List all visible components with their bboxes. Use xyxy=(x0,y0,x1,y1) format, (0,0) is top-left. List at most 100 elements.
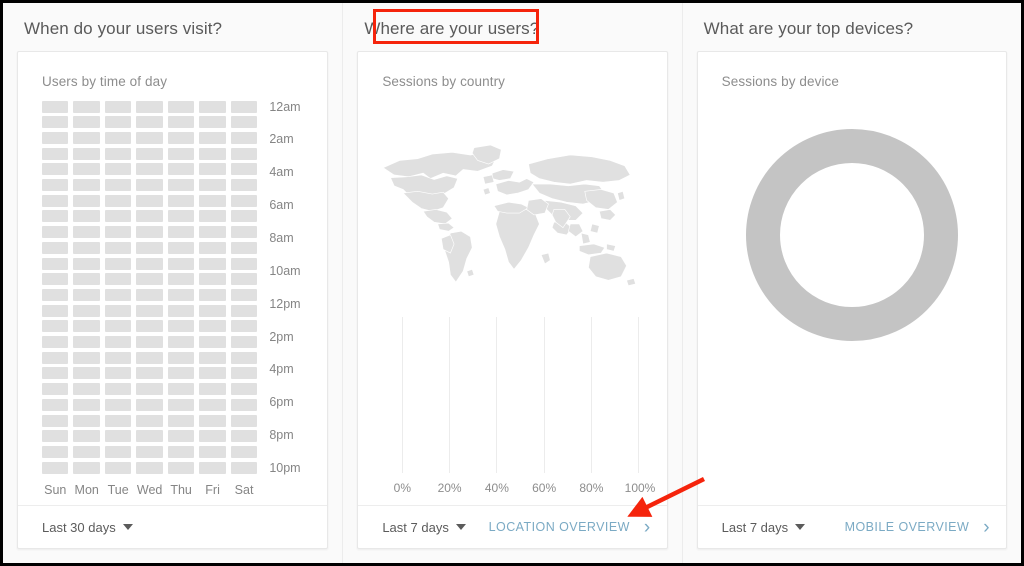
heatmap-cell[interactable] xyxy=(230,398,258,411)
heatmap-cell[interactable] xyxy=(136,445,163,458)
heatmap-cell[interactable] xyxy=(167,241,195,254)
location-overview-link[interactable]: LOCATION OVERVIEW › xyxy=(489,518,651,537)
heatmap-cell[interactable] xyxy=(42,351,69,364)
heatmap-cell[interactable] xyxy=(73,226,100,239)
heatmap-cell[interactable] xyxy=(73,100,100,113)
heatmap-cell[interactable] xyxy=(73,367,100,380)
heatmap-cell[interactable] xyxy=(136,131,163,144)
heatmap-cell[interactable] xyxy=(230,116,258,129)
heatmap-cell[interactable] xyxy=(73,273,100,286)
heatmap-cell[interactable] xyxy=(199,367,226,380)
heatmap-cell[interactable] xyxy=(42,241,69,254)
heatmap-cell[interactable] xyxy=(136,398,163,411)
heatmap-cell[interactable] xyxy=(42,179,69,192)
heatmap-cell[interactable] xyxy=(230,367,258,380)
heatmap-cell[interactable] xyxy=(104,226,132,239)
heatmap-cell[interactable] xyxy=(167,336,195,349)
heatmap-cell[interactable] xyxy=(136,288,163,301)
heatmap-cell[interactable] xyxy=(73,288,100,301)
heatmap-cell[interactable] xyxy=(199,100,226,113)
heatmap-cell[interactable] xyxy=(167,288,195,301)
heatmap-cell[interactable] xyxy=(230,147,258,160)
heatmap-cell[interactable] xyxy=(104,304,132,317)
heatmap-cell[interactable] xyxy=(199,430,226,443)
heatmap-cell[interactable] xyxy=(104,461,132,474)
heatmap-cell[interactable] xyxy=(167,179,195,192)
heatmap-cell[interactable] xyxy=(199,383,226,396)
heatmap-cell[interactable] xyxy=(42,194,69,207)
heatmap-cell[interactable] xyxy=(42,116,69,129)
heatmap-cell[interactable] xyxy=(199,351,226,364)
heatmap-cell[interactable] xyxy=(73,147,100,160)
heatmap-cell[interactable] xyxy=(230,320,258,333)
heatmap-cell[interactable] xyxy=(230,163,258,176)
heatmap-cell[interactable] xyxy=(104,414,132,427)
heatmap-cell[interactable] xyxy=(167,257,195,270)
heatmap-cell[interactable] xyxy=(199,179,226,192)
heatmap-cell[interactable] xyxy=(167,367,195,380)
heatmap-cell[interactable] xyxy=(199,445,226,458)
heatmap-cell[interactable] xyxy=(167,226,195,239)
mobile-overview-link[interactable]: MOBILE OVERVIEW › xyxy=(845,518,990,537)
heatmap-cell[interactable] xyxy=(104,163,132,176)
heatmap-cell[interactable] xyxy=(230,414,258,427)
heatmap-cell[interactable] xyxy=(73,445,100,458)
heatmap-cell[interactable] xyxy=(230,194,258,207)
heatmap-cell[interactable] xyxy=(104,257,132,270)
heatmap-cell[interactable] xyxy=(42,100,69,113)
heatmap-cell[interactable] xyxy=(167,210,195,223)
heatmap-cell[interactable] xyxy=(73,351,100,364)
heatmap-cell[interactable] xyxy=(104,367,132,380)
heatmap-cell[interactable] xyxy=(199,414,226,427)
heatmap-cell[interactable] xyxy=(136,257,163,270)
heatmap-cell[interactable] xyxy=(73,414,100,427)
heatmap-cell[interactable] xyxy=(199,336,226,349)
heatmap-cell[interactable] xyxy=(167,320,195,333)
heatmap-cell[interactable] xyxy=(136,383,163,396)
heatmap-cell[interactable] xyxy=(104,194,132,207)
heatmap-cell[interactable] xyxy=(230,179,258,192)
heatmap-cell[interactable] xyxy=(199,116,226,129)
heatmap-cell[interactable] xyxy=(73,116,100,129)
heatmap-cell[interactable] xyxy=(42,163,69,176)
heatmap-cell[interactable] xyxy=(167,351,195,364)
heatmap-cell[interactable] xyxy=(230,100,258,113)
heatmap-cell[interactable] xyxy=(73,257,100,270)
heatmap-cell[interactable] xyxy=(167,383,195,396)
heatmap-cell[interactable] xyxy=(136,304,163,317)
heatmap-cell[interactable] xyxy=(167,100,195,113)
heatmap-cell[interactable] xyxy=(136,100,163,113)
heatmap-cell[interactable] xyxy=(167,304,195,317)
heatmap-cell[interactable] xyxy=(199,210,226,223)
heatmap-cell[interactable] xyxy=(199,273,226,286)
heatmap-cell[interactable] xyxy=(73,194,100,207)
daterange-selector-1[interactable]: Last 30 days xyxy=(42,520,133,535)
heatmap-cell[interactable] xyxy=(42,445,69,458)
heatmap-cell[interactable] xyxy=(136,179,163,192)
heatmap-cell[interactable] xyxy=(73,210,100,223)
heatmap-cell[interactable] xyxy=(199,147,226,160)
heatmap-cell[interactable] xyxy=(167,273,195,286)
heatmap-cell[interactable] xyxy=(104,100,132,113)
heatmap-cell[interactable] xyxy=(199,194,226,207)
heatmap-cell[interactable] xyxy=(42,288,69,301)
heatmap-cell[interactable] xyxy=(42,273,69,286)
heatmap-cell[interactable] xyxy=(42,210,69,223)
heatmap-cell[interactable] xyxy=(104,210,132,223)
heatmap-cell[interactable] xyxy=(136,320,163,333)
heatmap-cell[interactable] xyxy=(136,273,163,286)
heatmap-cell[interactable] xyxy=(104,320,132,333)
heatmap-cell[interactable] xyxy=(167,430,195,443)
heatmap-cell[interactable] xyxy=(199,398,226,411)
heatmap-cell[interactable] xyxy=(136,430,163,443)
heatmap-cell[interactable] xyxy=(167,398,195,411)
heatmap-cell[interactable] xyxy=(42,304,69,317)
heatmap-cell[interactable] xyxy=(136,414,163,427)
heatmap-cell[interactable] xyxy=(230,430,258,443)
heatmap-cell[interactable] xyxy=(42,336,69,349)
heatmap-cell[interactable] xyxy=(230,226,258,239)
daterange-selector-3[interactable]: Last 7 days xyxy=(722,520,806,535)
heatmap-cell[interactable] xyxy=(104,445,132,458)
heatmap-cell[interactable] xyxy=(73,430,100,443)
heatmap-cell[interactable] xyxy=(42,257,69,270)
